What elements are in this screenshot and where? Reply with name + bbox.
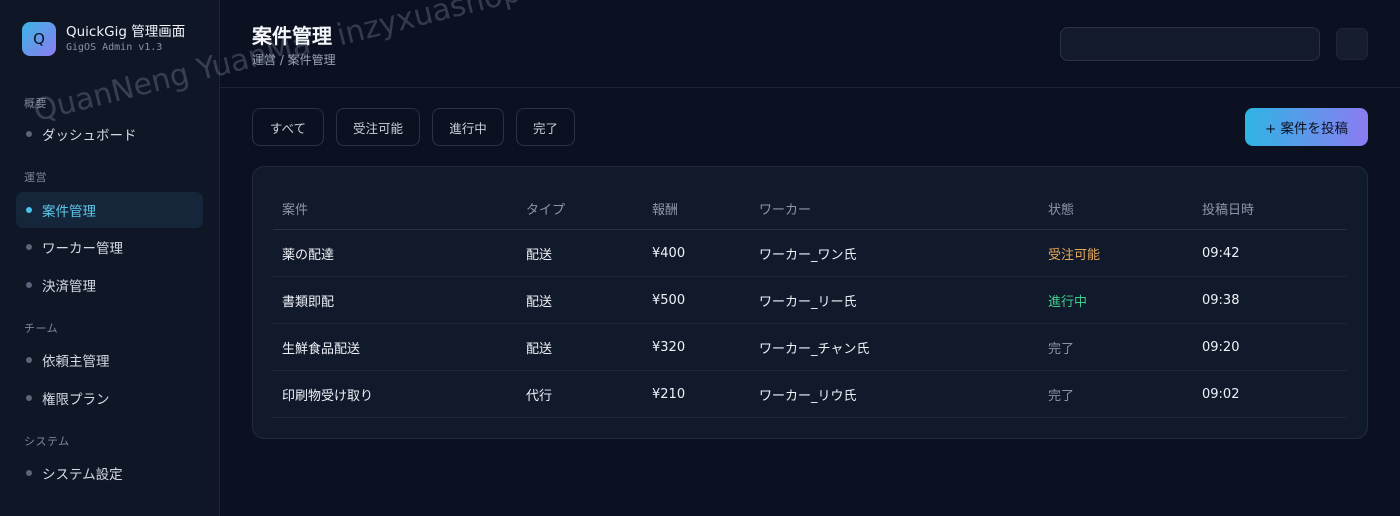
job-reward: ¥320	[652, 339, 686, 355]
brand-subtitle: GigOS Admin v1.3	[66, 42, 163, 53]
job-reward: ¥210	[652, 386, 686, 402]
job-worker: ワーカー_チャン氏	[759, 341, 870, 357]
sidebar: Q QuickGig 管理画面 GigOS Admin v1.3 概要 ダッシュ…	[0, 0, 220, 516]
table-row[interactable]: 印刷物受け取り 代行 ¥210 ワーカー_リウ氏 完了 09:02	[273, 371, 1347, 418]
job-posted-time: 09:42	[1202, 245, 1240, 261]
bullet-icon	[26, 131, 32, 137]
job-title: 印刷物受け取り	[282, 388, 374, 404]
bullet-icon	[26, 244, 32, 250]
job-type: 配送	[526, 247, 553, 263]
column-header-reward: 報酬	[652, 202, 679, 218]
column-header-type: タイプ	[526, 202, 566, 218]
filter-done-button[interactable]: 完了	[516, 108, 575, 146]
status-badge: 進行中	[1048, 294, 1088, 310]
sidebar-item-label: 依頼主管理	[42, 354, 110, 370]
sidebar-item-label: システム設定	[42, 467, 123, 483]
job-reward: ¥500	[652, 292, 686, 308]
brand-text: QuickGig 管理画面 GigOS Admin v1.3	[66, 23, 185, 55]
filter-open-button[interactable]: 受注可能	[336, 108, 420, 146]
job-worker: ワーカー_ワン氏	[759, 247, 857, 263]
bullet-icon	[26, 207, 32, 213]
jobs-table-card: 案件 タイプ 報酬 ワーカー 状態 投稿日時 薬の配達 配送 ¥400 ワーカー…	[252, 166, 1368, 439]
sidebar-item-permissions[interactable]: 権限プラン	[16, 380, 203, 416]
section-label-operations: 運営	[24, 171, 47, 184]
sidebar-item-label: ダッシュボード	[42, 128, 137, 144]
page-title: 案件管理	[252, 24, 332, 48]
job-type: 配送	[526, 341, 553, 357]
job-worker: ワーカー_リウ氏	[759, 388, 857, 404]
job-worker: ワーカー_リー氏	[759, 294, 857, 310]
sidebar-item-label: 決済管理	[42, 279, 96, 295]
section-label-team: チーム	[24, 322, 59, 335]
search-input[interactable]	[1060, 27, 1320, 61]
table-row[interactable]: 生鮮食品配送 配送 ¥320 ワーカー_チャン氏 完了 09:20	[273, 324, 1347, 371]
job-reward: ¥400	[652, 245, 686, 261]
bullet-icon	[26, 395, 32, 401]
page-header: 案件管理 運営 / 案件管理	[220, 0, 1400, 88]
section-label-overview: 概要	[24, 97, 47, 110]
sidebar-item-workers[interactable]: ワーカー管理	[16, 229, 203, 265]
column-header-worker: ワーカー	[759, 202, 812, 218]
sidebar-item-settings[interactable]: システム設定	[16, 455, 203, 491]
job-title: 生鮮食品配送	[282, 341, 361, 357]
job-title: 薬の配達	[282, 247, 335, 263]
post-job-button[interactable]: + 案件を投稿	[1245, 108, 1368, 146]
job-type: 配送	[526, 294, 553, 310]
header-action-icon[interactable]	[1336, 28, 1368, 60]
breadcrumb: 運営 / 案件管理	[252, 53, 336, 67]
filter-all-button[interactable]: すべて	[252, 108, 324, 146]
sidebar-item-payments[interactable]: 決済管理	[16, 267, 203, 303]
job-posted-time: 09:20	[1202, 339, 1240, 355]
status-badge: 完了	[1048, 388, 1075, 404]
table-row[interactable]: 薬の配達 配送 ¥400 ワーカー_ワン氏 受注可能 09:42	[273, 230, 1347, 277]
brand-logo: Q	[22, 22, 56, 56]
column-header-status: 状態	[1048, 202, 1075, 218]
section-label-system: システム	[24, 435, 70, 448]
bullet-icon	[26, 282, 32, 288]
job-type: 代行	[526, 388, 553, 404]
job-posted-time: 09:02	[1202, 386, 1240, 402]
sidebar-item-label: 案件管理	[42, 204, 96, 220]
sidebar-item-clients[interactable]: 依頼主管理	[16, 342, 203, 378]
filter-progress-button[interactable]: 進行中	[432, 108, 504, 146]
table-row[interactable]: 書類即配 配送 ¥500 ワーカー_リー氏 進行中 09:38	[273, 277, 1347, 324]
sidebar-item-label: ワーカー管理	[42, 241, 123, 257]
bullet-icon	[26, 357, 32, 363]
sidebar-item-dashboard[interactable]: ダッシュボード	[16, 116, 203, 152]
column-header-posted: 投稿日時	[1202, 202, 1255, 218]
bullet-icon	[26, 470, 32, 476]
table-header-row: 案件 タイプ 報酬 ワーカー 状態 投稿日時	[273, 187, 1347, 230]
job-title: 書類即配	[282, 294, 335, 310]
column-header-job: 案件	[282, 202, 309, 218]
sidebar-item-label: 権限プラン	[42, 392, 110, 408]
status-badge: 完了	[1048, 341, 1075, 357]
jobs-table: 案件 タイプ 報酬 ワーカー 状態 投稿日時 薬の配達 配送 ¥400 ワーカー…	[273, 187, 1347, 418]
sidebar-item-jobs[interactable]: 案件管理	[16, 192, 203, 228]
brand: Q QuickGig 管理画面 GigOS Admin v1.3	[22, 22, 185, 56]
brand-title: QuickGig 管理画面	[66, 24, 186, 40]
status-badge: 受注可能	[1048, 247, 1101, 263]
job-posted-time: 09:38	[1202, 292, 1240, 308]
